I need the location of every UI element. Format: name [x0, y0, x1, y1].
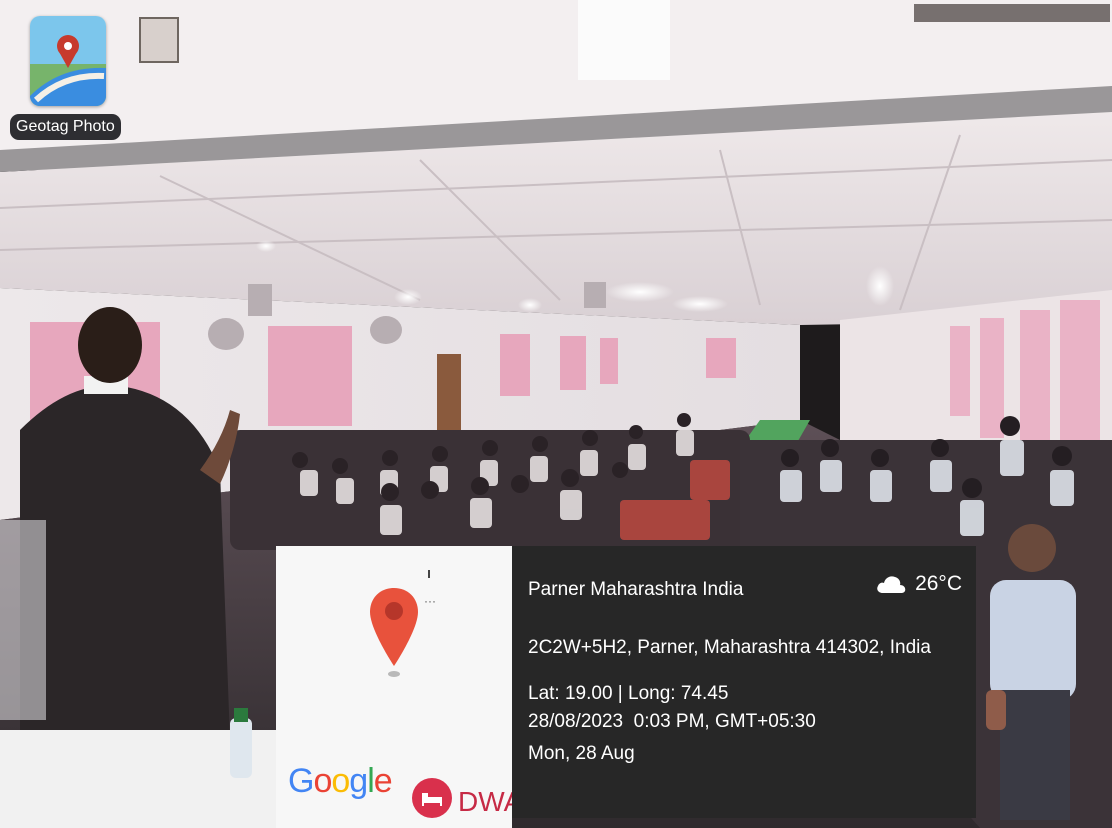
map-tick-mark [428, 570, 430, 578]
geotag-app-label: Geotag Photo [10, 114, 121, 140]
google-logo-g: G [288, 762, 314, 800]
dwa-bed-icon [412, 778, 452, 818]
map-pin-icon [370, 588, 418, 677]
google-logo-o2: o [331, 762, 350, 800]
google-logo-g2: g [349, 762, 368, 800]
map-thumbnail[interactable]: ··· Google DWA [276, 546, 512, 828]
dwa-label: DWA [458, 786, 512, 817]
capture-day: Mon, 28 Aug [528, 743, 635, 764]
cloud-icon [877, 576, 906, 593]
map-marker-dots: ··· [424, 594, 436, 608]
capture-datetime: 28/08/2023 0:03 PM, GMT+05:30 [528, 711, 816, 732]
photo-scene: Geotag Photo ··· Google DWA Parner Mahar… [0, 0, 1112, 828]
geotag-app-badge[interactable]: Geotag Photo [10, 16, 128, 142]
geotag-info-panel: Parner Maharashtra India 26°C 2C2W+5H2, … [512, 546, 976, 818]
google-logo: Google [288, 762, 393, 801]
lat-long: Lat: 19.00 | Long: 74.45 [528, 683, 729, 704]
google-logo-o1: o [313, 762, 332, 800]
location-title: Parner Maharashtra India [528, 579, 744, 600]
geotag-app-icon[interactable] [30, 16, 106, 106]
full-address: 2C2W+5H2, Parner, Maharashtra 414302, In… [528, 637, 931, 658]
google-logo-e: e [373, 762, 393, 800]
temperature-value: 26°C [915, 572, 962, 595]
weather-widget: 26°C [875, 572, 962, 596]
